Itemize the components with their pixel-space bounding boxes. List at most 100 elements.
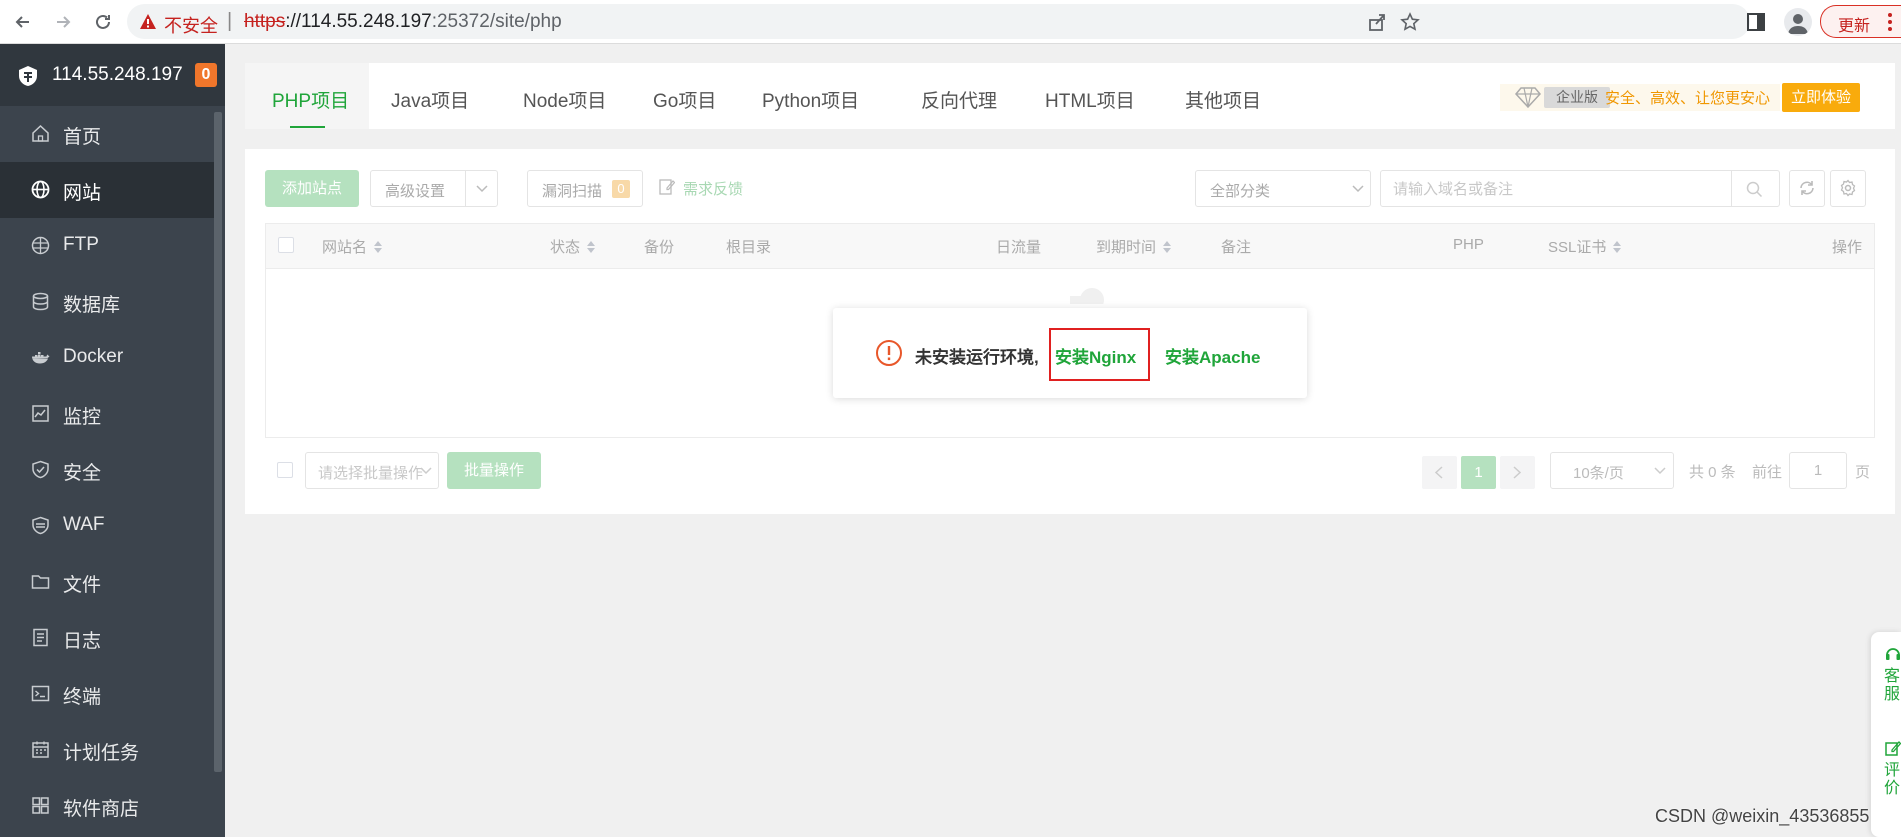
vuln-scan-button[interactable]: 漏洞扫描 0 bbox=[527, 170, 643, 207]
diamond-icon bbox=[1515, 87, 1541, 108]
tab-other[interactable]: 其他项目 bbox=[1151, 63, 1281, 129]
sidebar-item-terminal[interactable]: 终端 bbox=[0, 666, 214, 722]
sidebar-item-cron[interactable]: 计划任务 bbox=[0, 722, 214, 778]
tab-label: 其他项目 bbox=[1185, 91, 1262, 112]
current-page[interactable]: 1 bbox=[1461, 456, 1496, 489]
notification-badge[interactable]: 0 bbox=[195, 63, 217, 87]
database-icon bbox=[32, 292, 49, 311]
category-select[interactable]: 全部分类 bbox=[1195, 170, 1371, 207]
server-ip[interactable]: 114.55.248.197 bbox=[52, 64, 183, 86]
sidebar-item-security[interactable]: 安全 bbox=[0, 442, 214, 498]
bookmark-star-icon[interactable] bbox=[1400, 12, 1420, 32]
col-site-name[interactable]: 网站名 bbox=[322, 236, 383, 257]
goto-label: 前往 bbox=[1752, 464, 1783, 481]
sidebar-item-website[interactable]: 网站 bbox=[0, 162, 214, 218]
sidebar-item-logs[interactable]: 日志 bbox=[0, 610, 214, 666]
sidebar-scrollbar[interactable] bbox=[214, 112, 222, 772]
back-button[interactable] bbox=[7, 6, 38, 37]
page-size-select[interactable]: 10条/页 bbox=[1550, 452, 1674, 489]
gear-icon bbox=[1840, 179, 1856, 197]
try-now-button[interactable]: 立即体验 bbox=[1782, 83, 1860, 112]
chevron-down-icon bbox=[1352, 185, 1364, 193]
col-label: SSL证书 bbox=[1548, 239, 1607, 256]
active-tab-indicator bbox=[290, 126, 325, 128]
more-vert-icon[interactable] bbox=[1888, 13, 1892, 31]
goto-page-input[interactable]: 1 bbox=[1789, 452, 1847, 489]
side-panel-icon[interactable] bbox=[1745, 11, 1767, 33]
col-label: 状态 bbox=[550, 239, 581, 256]
review-label[interactable]: 评价 bbox=[1884, 762, 1901, 798]
tab-php[interactable]: PHP项目 bbox=[245, 63, 369, 129]
url-text[interactable]: https://114.55.248.197:25372/site/php bbox=[244, 11, 562, 33]
insecure-label[interactable]: 不安全 bbox=[164, 12, 218, 38]
col-expire[interactable]: 到期时间 bbox=[1096, 236, 1172, 257]
tab-label: PHP项目 bbox=[272, 91, 350, 112]
sidebar-item-label: 日志 bbox=[63, 631, 102, 652]
tab-label: 反向代理 bbox=[921, 91, 998, 112]
col-status[interactable]: 状态 bbox=[550, 236, 596, 257]
sidebar-header: 114.55.248.197 0 bbox=[0, 44, 225, 106]
tab-node[interactable]: Node项目 bbox=[495, 63, 621, 129]
settings-button[interactable] bbox=[1830, 170, 1866, 207]
forward-button[interactable] bbox=[47, 6, 78, 37]
sidebar-item-waf[interactable]: WAF bbox=[0, 498, 214, 554]
reload-button[interactable] bbox=[87, 6, 118, 37]
sidebar-item-label: 首页 bbox=[63, 127, 102, 148]
sidebar-item-files[interactable]: 文件 bbox=[0, 554, 214, 610]
env-not-installed-dialog: 未安装运行环境, 安装Nginx 安装Apache bbox=[833, 308, 1307, 398]
share-icon[interactable] bbox=[1367, 12, 1387, 32]
empty-state-icon bbox=[1070, 288, 1104, 304]
feedback-link[interactable]: 需求反馈 bbox=[659, 178, 743, 199]
tab-go[interactable]: Go项目 bbox=[621, 63, 737, 129]
address-bar[interactable]: 不安全 | https://114.55.248.197:25372/site/… bbox=[127, 4, 1750, 39]
advanced-settings-select[interactable]: 高级设置 bbox=[370, 170, 498, 207]
install-nginx-link[interactable]: 安装Nginx bbox=[1055, 343, 1136, 368]
tab-html[interactable]: HTML项目 bbox=[1011, 63, 1151, 129]
col-php: PHP bbox=[1453, 236, 1484, 253]
profile-avatar[interactable] bbox=[1784, 8, 1812, 36]
omnibox-separator: | bbox=[227, 10, 233, 32]
site-search-box[interactable] bbox=[1380, 170, 1780, 207]
arrow-right-icon bbox=[56, 15, 70, 28]
sidebar: 114.55.248.197 0 首页 网站 FTP 数据库 Docker 监控… bbox=[0, 44, 225, 837]
dialog-message: 未安装运行环境, bbox=[915, 348, 1039, 367]
customer-service-label[interactable]: 客服 bbox=[1884, 668, 1901, 704]
arrow-left-icon bbox=[15, 15, 29, 28]
tab-python[interactable]: Python项目 bbox=[737, 63, 887, 129]
sidebar-item-docker[interactable]: Docker bbox=[0, 330, 214, 386]
sidebar-item-monitor[interactable]: 监控 bbox=[0, 386, 214, 442]
headset-icon[interactable] bbox=[1885, 646, 1901, 662]
search-icon[interactable] bbox=[1746, 181, 1763, 198]
next-page-button[interactable] bbox=[1500, 456, 1535, 489]
sidebar-item-label: 安全 bbox=[63, 463, 102, 484]
add-site-button[interactable]: 添加站点 bbox=[265, 170, 359, 207]
page-size-label: 10条/页 bbox=[1573, 465, 1624, 482]
search-input[interactable] bbox=[1391, 175, 1725, 203]
select-all-checkbox[interactable] bbox=[278, 237, 294, 253]
edit-icon[interactable] bbox=[1885, 740, 1901, 756]
select-all-bottom-checkbox[interactable] bbox=[277, 462, 293, 478]
col-actions: 操作 bbox=[1832, 239, 1863, 256]
col-ssl[interactable]: SSL证书 bbox=[1548, 236, 1622, 257]
install-apache-link[interactable]: 安装Apache bbox=[1165, 343, 1260, 368]
tab-reverse-proxy[interactable]: 反向代理 bbox=[887, 63, 1011, 129]
page-suffix: 页 bbox=[1855, 464, 1871, 481]
tab-java[interactable]: Java项目 bbox=[369, 63, 495, 129]
shield-icon bbox=[32, 460, 49, 479]
tab-label: HTML项目 bbox=[1045, 91, 1135, 112]
sidebar-item-home[interactable]: 首页 bbox=[0, 106, 214, 162]
refresh-button[interactable] bbox=[1789, 170, 1825, 207]
batch-action-button[interactable]: 批量操作 bbox=[447, 452, 541, 489]
prev-page-button[interactable] bbox=[1422, 456, 1457, 489]
sidebar-item-label: Docker bbox=[63, 346, 124, 367]
batch-action-placeholder: 请选择批量操作 bbox=[318, 465, 424, 482]
batch-action-select[interactable]: 请选择批量操作 bbox=[305, 452, 439, 489]
promo-text[interactable]: 安全、高效、让您更安心 bbox=[1605, 87, 1770, 108]
docker-icon bbox=[32, 352, 50, 364]
browser-update-button[interactable]: 更新 bbox=[1820, 5, 1901, 38]
sidebar-item-database[interactable]: 数据库 bbox=[0, 274, 214, 330]
sidebar-item-app-store[interactable]: 软件商店 bbox=[0, 778, 214, 834]
table-header: 网站名 状态 备份 根目录 日流量 到期时间 备注 PHP SSL证书 操作 bbox=[266, 224, 1874, 269]
sidebar-item-ftp[interactable]: FTP bbox=[0, 218, 214, 274]
category-label: 全部分类 bbox=[1210, 183, 1271, 200]
